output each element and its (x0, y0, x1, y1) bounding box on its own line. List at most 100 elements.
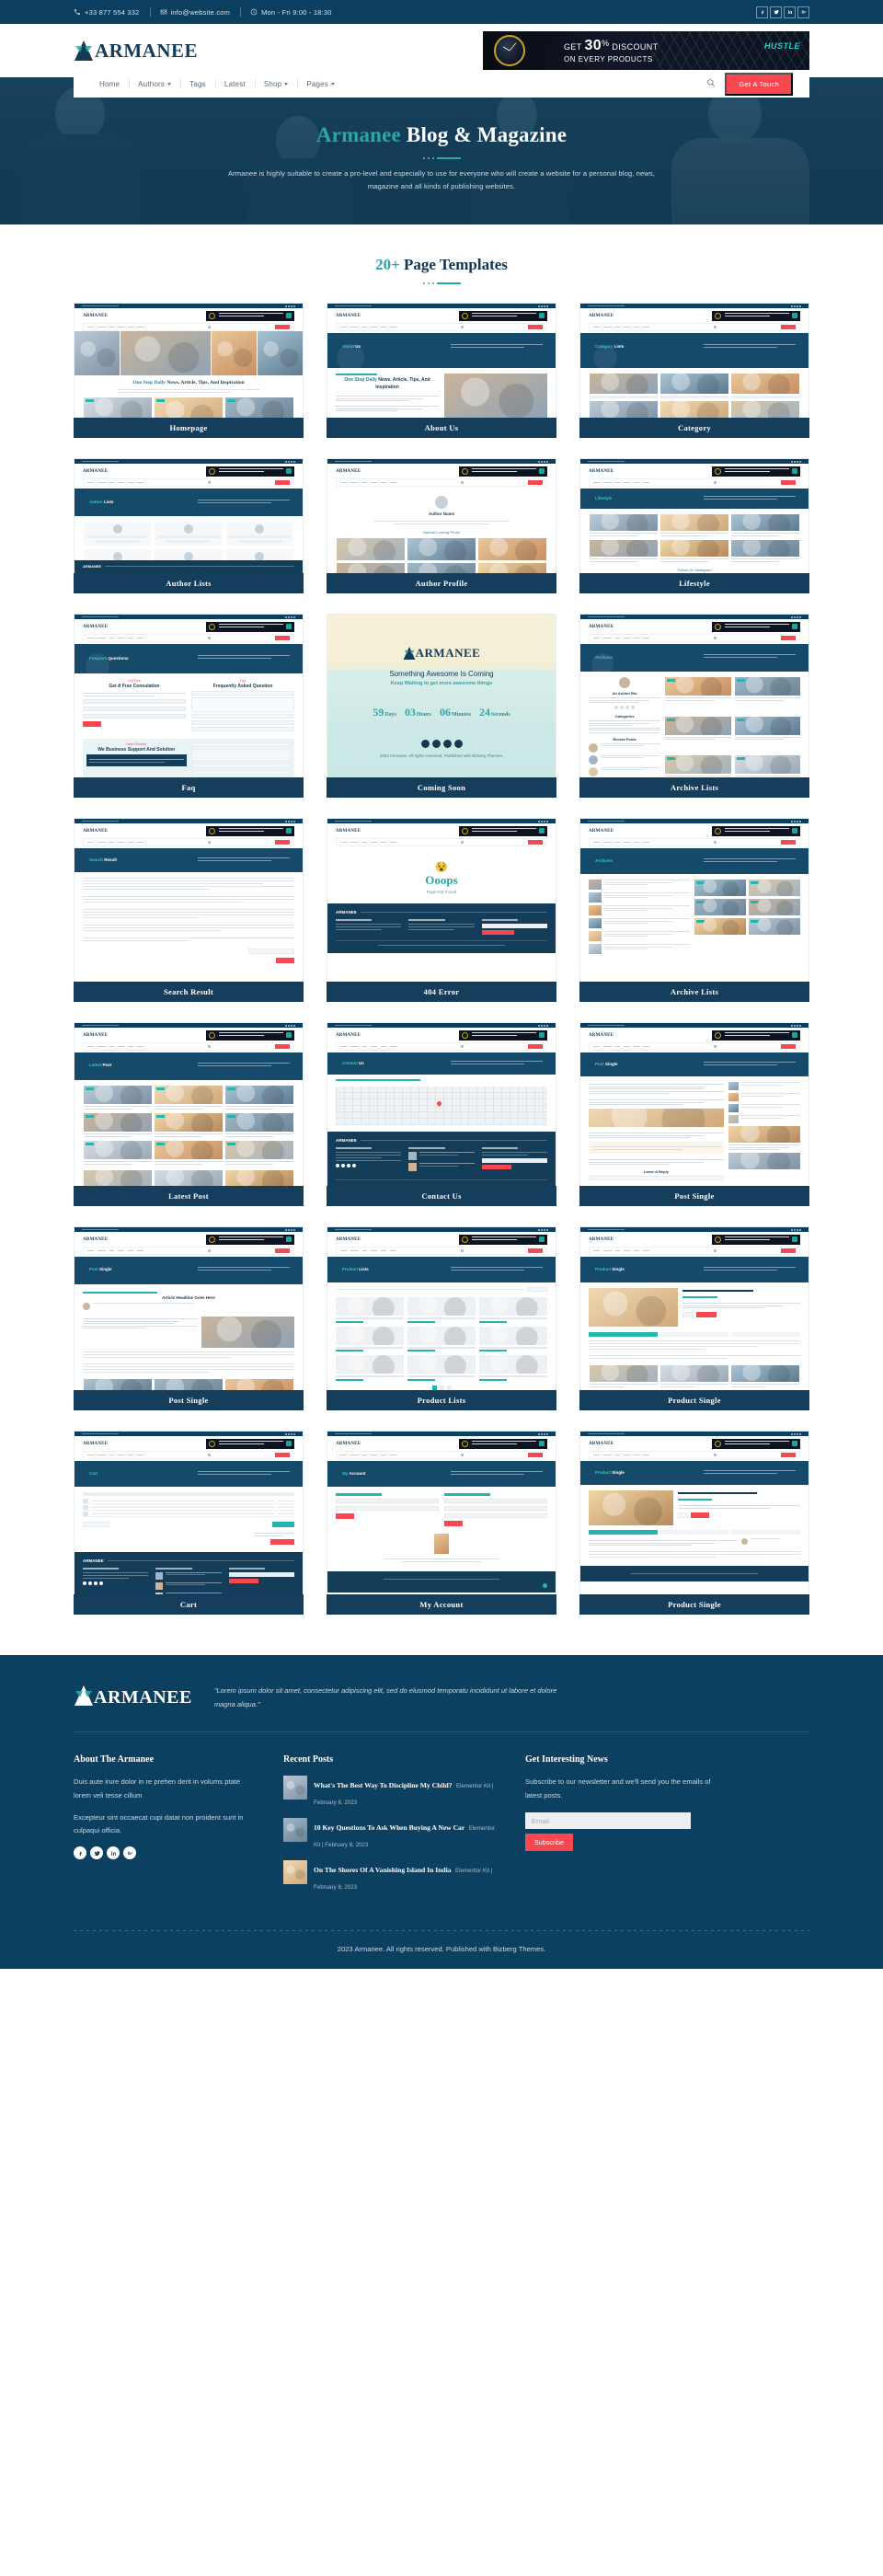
post-thumbnail (283, 1818, 307, 1842)
nav-label: Pages (306, 79, 328, 88)
thumb-logo: ARMANEE (83, 1441, 109, 1446)
footer-recent-heading: Recent Posts (283, 1754, 334, 1765)
template-card[interactable]: ARMANEE Archives An Author Bio Categorie… (579, 614, 809, 798)
nav-item-shop[interactable]: Shop (255, 80, 297, 88)
footer-about-heading: About The Armanee (74, 1754, 155, 1765)
template-thumbnail-my-account: ARMANEE My Account (327, 1431, 556, 1594)
logo-text: ARMANEE (95, 39, 198, 62)
section-title-number: 20+ (375, 256, 400, 273)
topbar: +33 877 554 332 info@website.com Mon - F… (0, 0, 883, 24)
nav-item-pages[interactable]: Pages (297, 80, 344, 88)
watch-icon (494, 35, 525, 66)
template-thumbnail-product-single: ARMANEE Product Single (579, 1226, 809, 1390)
template-card[interactable]: ARMANEE Post Single Article Headline Goe… (74, 1226, 304, 1410)
template-thumbnail-product-single-2: ARMANEE Product Single (579, 1431, 809, 1594)
google-plus-icon[interactable] (797, 6, 809, 18)
template-card[interactable]: ARMANEE Contact Us ARMANEE Contact Us (327, 1022, 556, 1206)
template-card[interactable]: ARMANEE Post Single Leave A Reply Post S… (579, 1022, 809, 1206)
footer-post-item[interactable]: 10 Key Questions To Ask When Buying A Ne… (283, 1818, 499, 1851)
template-thumbnail-author-profile: ARMANEE Author Name Natural Looking Phot… (327, 458, 556, 573)
facebook-icon[interactable] (74, 1846, 86, 1860)
topbar-email[interactable]: info@website.com (150, 8, 241, 17)
templates-section: 20+ Page Templates ARMANEE One Stop Dail… (0, 224, 883, 1642)
footer-columns: About The Armanee Duis aute irure dolor … (74, 1732, 809, 1930)
template-label: Product Single (579, 1390, 809, 1410)
template-card[interactable]: ARMANEE Product Single Product Single (579, 1226, 809, 1410)
twitter-icon[interactable] (90, 1846, 103, 1860)
template-thumbnail-category: ARMANEE Category Lists (579, 303, 809, 418)
template-label: Product Lists (327, 1390, 556, 1410)
footer-newsletter-heading: Get Interesting News (525, 1754, 608, 1765)
google-plus-icon[interactable] (123, 1846, 136, 1860)
subscribe-button[interactable]: Subscribe (525, 1834, 573, 1852)
twitter-icon[interactable] (770, 6, 782, 18)
footer-about-p1: Duis aute irure dolor in re prehen derit… (74, 1777, 241, 1800)
template-label: Homepage (74, 418, 304, 438)
template-thumbnail-lifestyle: ARMANEE Lifestyle Follow On Instagram (579, 458, 809, 573)
template-card[interactable]: ARMANEE Something Awesome Is Coming Keep… (327, 614, 556, 798)
thumb-title-rest: News, Article, Tips, And Inspiration (166, 380, 245, 385)
template-card[interactable]: ARMANEE My Account My Account (327, 1431, 556, 1615)
template-card[interactable]: ARMANEE Archives Archive Lists (579, 818, 809, 1002)
template-card[interactable]: ARMANEE One Stop Daily News, Article, Ti… (74, 303, 304, 438)
template-label: Faq (74, 777, 304, 798)
site-logo[interactable]: ARMANEE (74, 40, 198, 62)
template-card[interactable]: ARMANEE Author Lists Follow On Instagram… (74, 458, 304, 593)
template-card[interactable]: ARMANEE Product Lists Product Lists (327, 1226, 556, 1410)
contact-map (336, 1087, 547, 1125)
template-label: Post Single (579, 1186, 809, 1206)
template-card[interactable]: ARMANEE Cart ARMANEE Cart (74, 1431, 304, 1615)
nav-actions: Get A Touch (706, 72, 793, 96)
template-card[interactable]: ARMANEE Lifestyle Follow On Instagram Li… (579, 458, 809, 593)
coming-soon-subheading: Keep Waiting to get more awesome things (390, 681, 493, 686)
post-title: 10 Key Questions To Ask When Buying A Ne… (314, 1823, 465, 1832)
footer-about-column: About The Armanee Duis aute irure dolor … (74, 1754, 258, 1903)
template-thumbnail-archive-lists: ARMANEE Archives An Author Bio Categorie… (579, 614, 809, 777)
hero-title-accent: Armanee (315, 123, 401, 147)
template-thumbnail-search-result: ARMANEE Search Result (74, 818, 304, 982)
template-label: Author Profile (327, 573, 556, 593)
newsletter-email-input[interactable] (525, 1812, 691, 1830)
template-card[interactable]: ARMANEE 😵 Ooops Page Not Found ARMANEE 4… (327, 818, 556, 1002)
nav-item-home[interactable]: Home (90, 80, 129, 88)
nav-label: Home (99, 79, 120, 88)
nav-item-authors[interactable]: Authors (129, 80, 180, 88)
template-label: Latest Post (74, 1186, 304, 1206)
section-title: 20+ Page Templates (74, 256, 809, 274)
post-title: What's The Best Way To Discipline My Chi… (314, 1781, 453, 1789)
hero-title: Armanee Blog & Magazine (225, 121, 658, 149)
search-icon[interactable] (706, 75, 716, 92)
footer-post-item[interactable]: What's The Best Way To Discipline My Chi… (283, 1776, 499, 1809)
template-card[interactable]: ARMANEE Author Name Natural Looking Phot… (327, 458, 556, 593)
linkedin-icon[interactable] (784, 6, 796, 18)
nav-item-tags[interactable]: Tags (180, 80, 215, 88)
template-card[interactable]: ARMANEE Frequent Questions Get Free Get … (74, 614, 304, 798)
footer-post-item[interactable]: On The Shores Of A Vanishing Island In I… (283, 1860, 499, 1893)
template-card[interactable]: ARMANEE Category Lists Category (579, 303, 809, 438)
hero-subtitle: Armanee is highly suitable to create a p… (228, 168, 655, 190)
template-card[interactable]: ARMANEE Product Single Product Single (579, 1431, 809, 1615)
footer-logo[interactable]: ARMANEE (74, 1685, 192, 1711)
facebook-icon (420, 740, 430, 748)
facebook-icon[interactable] (756, 6, 768, 18)
ad-line2: ON EVERY PRODUCTS (564, 55, 653, 63)
phone-icon (74, 8, 81, 16)
thumb-logo: ARMANEE (589, 828, 614, 834)
logo-mark-icon (74, 40, 94, 62)
footer-newsletter-description: Subscribe to our newsletter and we'll se… (525, 1777, 711, 1800)
get-a-touch-button[interactable]: Get A Touch (725, 72, 793, 96)
thumb-logo: ARMANEE (83, 468, 109, 474)
template-label: 404 Error (327, 982, 556, 1002)
template-thumbnail-404: ARMANEE 😵 Ooops Page Not Found ARMANEE (327, 818, 556, 982)
template-card[interactable]: ARMANEE Search Result Search Result (74, 818, 304, 1002)
linkedin-icon[interactable] (107, 1846, 120, 1860)
nav-item-latest[interactable]: Latest (215, 80, 255, 88)
topbar-hours-text: Mon - Fri 9:00 - 18:30 (261, 7, 332, 17)
template-label: Coming Soon (327, 777, 556, 798)
topbar-phone[interactable]: +33 877 554 332 (74, 8, 150, 17)
header-advertisement[interactable]: GET 30% DISCOUNT ON EVERY PRODUCTS HUSTL… (483, 31, 809, 70)
template-card[interactable]: ARMANEE Latest Post Latest Post (74, 1022, 304, 1206)
post-title: On The Shores Of A Vanishing Island In I… (314, 1866, 452, 1874)
template-card[interactable]: ARMANEE About Us One Stop Daily News, Ar… (327, 303, 556, 438)
template-thumbnail-cart: ARMANEE Cart ARMANEE (74, 1431, 304, 1594)
